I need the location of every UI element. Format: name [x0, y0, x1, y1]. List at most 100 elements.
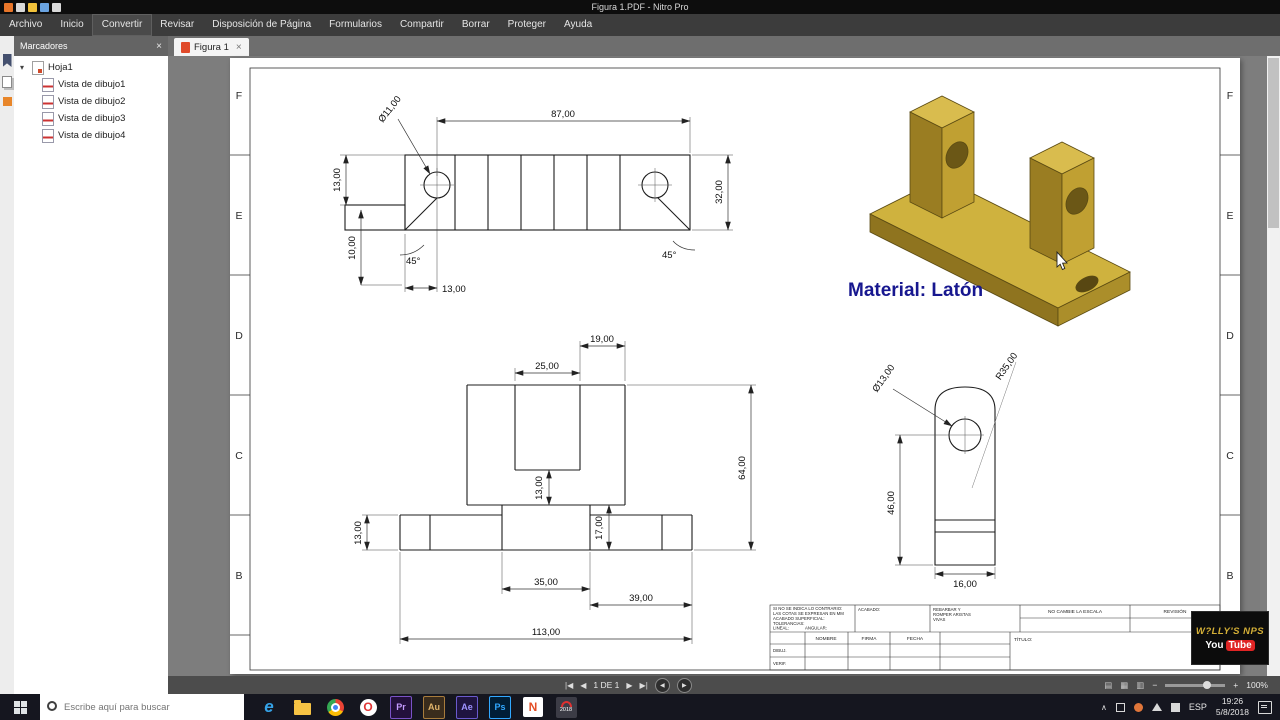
zone-letter: E: [1226, 210, 1233, 222]
taskbar-app-audition[interactable]: Au: [423, 695, 445, 719]
bookmark-item[interactable]: Vista de dibujo4: [14, 127, 168, 144]
tab-close-icon[interactable]: ×: [236, 42, 242, 53]
drawing-view-icon: [42, 111, 54, 126]
audition-icon: Au: [423, 695, 445, 719]
dim-dia11: Ø11,00: [376, 94, 403, 125]
menu-tab-inicio[interactable]: Inicio: [51, 15, 92, 35]
taskbar-app-file-explorer[interactable]: [291, 696, 313, 718]
tb-titulo: TÍTULO:: [1014, 636, 1032, 643]
solidworks-icon: 2018: [555, 696, 577, 718]
zoom-in-button[interactable]: +: [1233, 680, 1238, 690]
document-tab-label: Figura 1: [194, 41, 229, 53]
bookmark-item[interactable]: Vista de dibujo1: [14, 76, 168, 93]
chrome-icon: [326, 698, 344, 716]
bookmarks-panel-header: Marcadores ×: [14, 36, 168, 56]
youtube-logo-tube: Tube: [1225, 639, 1255, 651]
taskbar-app-solidworks[interactable]: 2018: [555, 696, 577, 718]
zone-letter: E: [235, 210, 242, 222]
panel-close-icon[interactable]: ×: [156, 41, 162, 52]
taskbar-app-edge[interactable]: e: [258, 696, 280, 718]
start-button[interactable]: [0, 694, 40, 720]
taskbar-app-opera[interactable]: O: [357, 696, 379, 718]
zoom-out-button[interactable]: −: [1152, 680, 1157, 690]
zoom-slider-thumb[interactable]: [1203, 680, 1212, 689]
front-view: 19,00 25,00 13,00 17,00 64,00 13,00 35,0…: [353, 334, 756, 644]
taskbar-app-after-effects[interactable]: Ae: [456, 695, 478, 719]
view-forward-button[interactable]: ▶: [676, 677, 692, 693]
language-indicator[interactable]: ESP: [1189, 702, 1207, 712]
layers-icon[interactable]: [2, 97, 12, 106]
taskbar-search[interactable]: [40, 694, 244, 720]
pdf-page[interactable]: F E D C B F E D C B 87,00 Ø11,00 13,00 3…: [230, 58, 1240, 674]
view-back-button[interactable]: ◀: [654, 677, 670, 693]
bookmarks-panel-title: Marcadores: [20, 41, 68, 51]
bookmark-item[interactable]: Vista de dibujo2: [14, 93, 168, 110]
taskbar-app-photoshop[interactable]: Ps: [489, 695, 511, 719]
tray-app-icon[interactable]: [1133, 702, 1143, 712]
page-fit-icon[interactable]: ▦: [1120, 680, 1128, 691]
next-page-button[interactable]: ▶: [626, 681, 632, 690]
dim-13-slot: 13,00: [534, 476, 545, 500]
tray-network-icon[interactable]: [1151, 703, 1162, 711]
vertical-scrollbar[interactable]: [1267, 56, 1280, 676]
channel-watermark: W?LLY'S NPS You Tube: [1191, 611, 1269, 665]
dim-45-right: 45°: [662, 250, 677, 261]
zone-letter: C: [1226, 450, 1234, 462]
material-note: Material: Latón: [848, 280, 983, 301]
dim-25: 25,00: [535, 361, 559, 372]
dim-13-top-left: 13,00: [332, 168, 343, 192]
menu-tab-formularios[interactable]: Formularios: [320, 15, 391, 35]
taskbar-app-premiere[interactable]: Pr: [390, 695, 412, 719]
last-page-button[interactable]: ▶|: [640, 681, 648, 690]
prev-page-button[interactable]: ◀: [580, 681, 586, 690]
watermark-title: W?LLY'S NPS: [1195, 625, 1265, 637]
zoom-slider[interactable]: [1165, 680, 1226, 689]
bookmarks-icon[interactable]: [2, 54, 12, 67]
drawing-view-icon: [42, 94, 54, 109]
zone-letter: D: [235, 330, 243, 342]
clock-time: 19:26: [1221, 696, 1244, 707]
tb-note: ANGULAR:: [805, 626, 827, 631]
drawing-view-icon: [42, 77, 54, 92]
pages-icon[interactable]: [2, 76, 12, 88]
dim-16: 16,00: [953, 579, 977, 590]
document-tab-bar: Figura 1 ×: [168, 36, 1280, 56]
scrollbar-thumb[interactable]: [1268, 58, 1279, 228]
zone-letter: F: [1227, 90, 1233, 102]
taskbar-app-nitro[interactable]: N: [522, 696, 544, 718]
menu-tab-revisar[interactable]: Revisar: [151, 15, 203, 35]
action-center-icon[interactable]: [1258, 700, 1272, 714]
zoom-level[interactable]: 100%: [1246, 680, 1268, 690]
taskbar-clock[interactable]: 19:26 5/8/2018: [1216, 696, 1249, 717]
zone-letter: C: [235, 450, 243, 462]
tb-revision: REVISIÓN: [1164, 608, 1187, 615]
tb-row-dibuj: DIBUJ.: [773, 648, 787, 653]
menu-tab-ayuda[interactable]: Ayuda: [555, 15, 601, 35]
document-tab[interactable]: Figura 1 ×: [174, 38, 249, 56]
page-layout-icon[interactable]: ▤: [1104, 680, 1112, 691]
tray-volume-icon[interactable]: [1170, 702, 1180, 712]
premiere-icon: Pr: [390, 695, 412, 719]
taskbar-app-chrome[interactable]: [324, 696, 346, 718]
tray-window-icon[interactable]: [1115, 702, 1125, 712]
bookmark-item-label: Vista de dibujo1: [58, 79, 126, 90]
first-page-button[interactable]: |◀: [565, 681, 573, 690]
dim-13-base: 13,00: [353, 521, 364, 545]
menu-tab-disposicion[interactable]: Disposición de Página: [203, 15, 320, 35]
menu-tab-archivo[interactable]: Archivo: [0, 15, 51, 35]
menu-tab-compartir[interactable]: Compartir: [391, 15, 453, 35]
page-indicator: 1 DE 1: [593, 680, 620, 690]
bookmark-item[interactable]: Vista de dibujo3: [14, 110, 168, 127]
menu-tab-borrar[interactable]: Borrar: [453, 15, 499, 35]
search-input[interactable]: [64, 694, 239, 720]
bookmark-root-row[interactable]: ▾ Hoja1: [14, 59, 168, 76]
dim-dia13: Ø13,00: [871, 363, 898, 395]
side-view: R35,00 Ø13,00 46,00 16,00: [871, 351, 1021, 590]
menu-tab-convertir[interactable]: Convertir: [91, 14, 153, 36]
expander-icon[interactable]: ▾: [20, 63, 28, 72]
opera-icon: O: [359, 698, 377, 716]
menu-tab-proteger[interactable]: Proteger: [499, 15, 555, 35]
tray-expand-icon[interactable]: ∧: [1101, 703, 1107, 712]
page-width-icon[interactable]: ▥: [1136, 680, 1144, 691]
document-canvas[interactable]: F E D C B F E D C B 87,00 Ø11,00 13,00 3…: [168, 56, 1280, 676]
